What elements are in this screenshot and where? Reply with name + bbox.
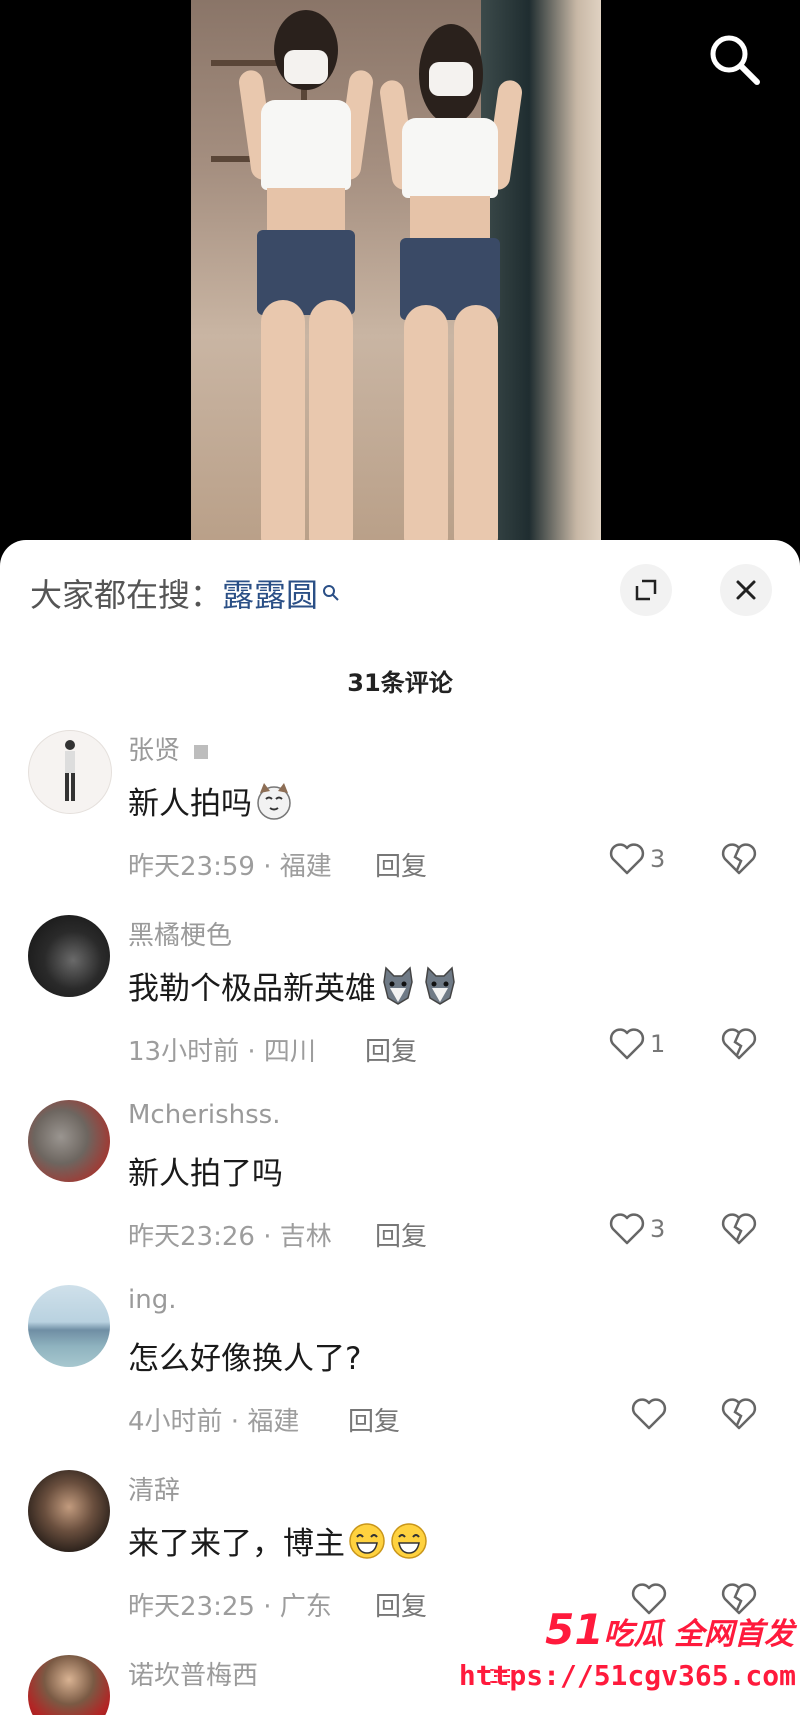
comment-item: ing. 怎么好像换人了? 4小时前 · 福建 回复 — [0, 1285, 800, 1470]
broken-heart-icon — [721, 1398, 757, 1430]
avatar[interactable] — [28, 1100, 110, 1182]
avatar[interactable] — [28, 915, 110, 997]
expand-button[interactable] — [620, 564, 672, 616]
broken-heart-icon — [721, 1213, 757, 1245]
dislike-button[interactable] — [720, 1212, 758, 1250]
comment-meta: 昨天23:26 · 吉林 — [128, 1222, 332, 1252]
comment-count-title: 31条评论 — [347, 669, 453, 697]
avatar[interactable] — [28, 730, 112, 814]
broken-heart-icon — [721, 1028, 757, 1060]
comment-username[interactable]: 诺坎普梅西 — [128, 1655, 258, 1692]
site-watermark: 51吃瓜 全网首发 https://51cgv365.com — [459, 1605, 800, 1715]
trending-search-prefix: 大家都在搜： — [30, 576, 223, 614]
app-screen: 大家都在搜：露露圆 31条评论 张贤 新人拍吗 昨天23:59 · 福建 回复 … — [0, 0, 800, 1715]
avatar[interactable] — [28, 1470, 110, 1552]
watermark-url: https://51cgv365.com — [458, 1659, 796, 1692]
like-count: 3 — [650, 845, 666, 873]
comment-username[interactable]: Mcherishss. — [128, 1100, 281, 1130]
reply-button[interactable]: 回复 — [375, 1586, 427, 1623]
comment-text: 我勒个极品新英雄 — [128, 963, 460, 1008]
trending-search: 大家都在搜：露露圆 — [30, 570, 340, 616]
comment-text: 来了来了，博主 — [128, 1518, 429, 1563]
comment-text: 怎么好像换人了? — [128, 1341, 362, 1377]
sheet-header: 大家都在搜：露露圆 — [0, 540, 800, 635]
heart-icon — [609, 1213, 645, 1245]
comment-text: 新人拍了吗 — [128, 1156, 283, 1192]
wolf-face-icon — [425, 965, 455, 1005]
comment-meta: 13小时前 · 四川 — [128, 1037, 316, 1067]
like-button[interactable] — [630, 1397, 668, 1431]
reply-button[interactable]: 回复 — [365, 1031, 417, 1068]
heart-icon — [609, 843, 645, 875]
comment-username[interactable]: 黑橘梗色 — [128, 915, 232, 952]
comment-username[interactable]: 张贤 — [128, 730, 209, 767]
comment-text: 新人拍吗 — [128, 778, 294, 823]
search-icon — [710, 35, 760, 85]
comment-sheet: 大家都在搜：露露圆 31条评论 张贤 新人拍吗 昨天23:59 · 福建 回复 … — [0, 540, 800, 1715]
like-button[interactable]: 3 — [608, 1212, 665, 1246]
dislike-button[interactable] — [720, 842, 758, 880]
comment-item: Mcherishss. 新人拍了吗 昨天23:26 · 吉林 回复 3 — [0, 1100, 800, 1285]
comment-item: 张贤 新人拍吗 昨天23:59 · 福建 回复 3 — [0, 730, 800, 915]
reply-button[interactable]: 回复 — [375, 1216, 427, 1253]
search-button[interactable] — [705, 30, 765, 90]
comment-meta: 昨天23:25 · 广东 — [128, 1592, 332, 1622]
trending-search-term[interactable]: 露露圆 — [222, 576, 318, 614]
watermark-brand: 51吃瓜 全网首发 — [545, 1605, 794, 1654]
broken-heart-icon — [721, 843, 757, 875]
dislike-button[interactable] — [720, 1027, 758, 1065]
avatar[interactable] — [28, 1655, 110, 1715]
grin-face-icon — [391, 1522, 427, 1559]
reply-button[interactable]: 回复 — [348, 1401, 400, 1438]
cat-face-icon — [257, 782, 291, 820]
comment-meta: 昨天23:59 · 福建 — [128, 852, 332, 882]
comment-item: 黑橘梗色 我勒个极品新英雄 13小时前 · 四川 回复 1 — [0, 915, 800, 1100]
video-player[interactable] — [0, 0, 800, 560]
wolf-face-icon — [383, 965, 413, 1005]
like-button[interactable]: 3 — [608, 842, 665, 876]
user-badge — [194, 744, 209, 759]
comment-username[interactable]: 清辞 — [128, 1470, 180, 1507]
close-button[interactable] — [720, 564, 772, 616]
small-search-icon — [322, 572, 340, 610]
comment-username[interactable]: ing. — [128, 1285, 176, 1315]
grin-face-icon — [349, 1522, 385, 1559]
close-icon — [736, 580, 756, 600]
video-frame — [191, 0, 601, 560]
video-person-right — [376, 0, 526, 560]
avatar[interactable] — [28, 1285, 110, 1367]
like-count: 3 — [650, 1215, 666, 1243]
expand-icon — [635, 579, 657, 601]
heart-icon — [609, 1028, 645, 1060]
heart-icon — [631, 1398, 667, 1430]
like-button[interactable]: 1 — [608, 1027, 665, 1061]
comment-meta: 4小时前 · 福建 — [128, 1407, 300, 1437]
like-count: 1 — [650, 1030, 666, 1058]
reply-button[interactable]: 回复 — [375, 846, 427, 883]
video-person-left — [231, 0, 381, 560]
dislike-button[interactable] — [720, 1397, 758, 1435]
